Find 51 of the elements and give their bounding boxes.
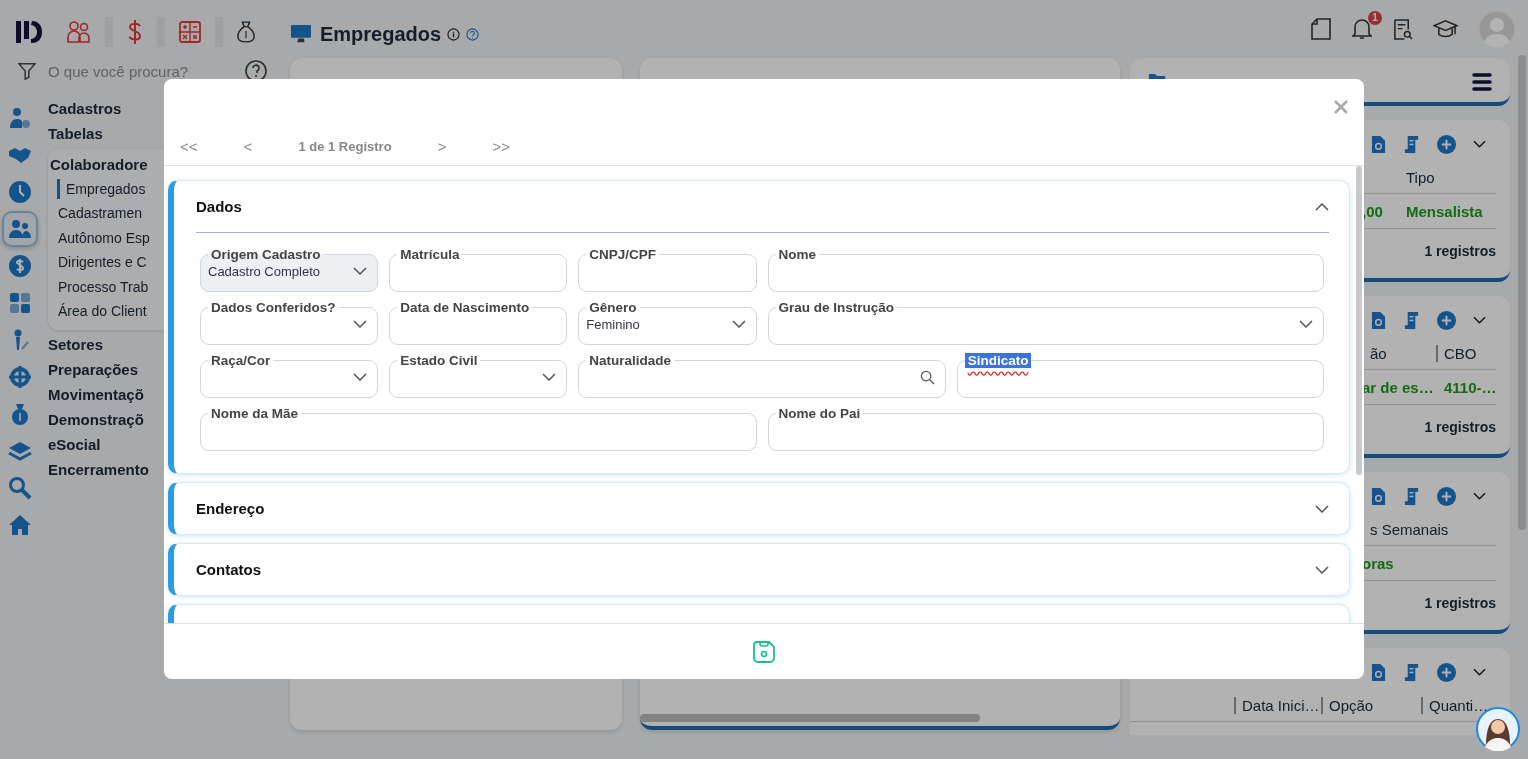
select-field[interactable]: Raça/Cor xyxy=(200,353,379,398)
field-label: Estado Civil xyxy=(399,353,479,368)
select-field[interactable]: Gênero Feminino xyxy=(578,300,757,345)
first-page-button[interactable]: << xyxy=(180,138,198,155)
input-field[interactable]: Naturalidade xyxy=(578,353,946,398)
record-total: 1 registros xyxy=(1424,595,1496,611)
section-title[interactable]: Endereço xyxy=(196,500,265,517)
table-cell-text: oras xyxy=(1362,554,1395,572)
record-count: 1 de 1 Registro xyxy=(298,139,392,154)
field-label: Sindicato xyxy=(964,353,1032,368)
table-cell-text: 4110-… xyxy=(1443,378,1497,396)
field-label: Data de Nascimento xyxy=(399,300,531,315)
field-label: Dados Conferidos? xyxy=(210,300,337,315)
table-cell-text: ,00 xyxy=(1362,202,1384,220)
notification-badge: 1 xyxy=(1368,11,1382,25)
select-field[interactable]: Estado Civil xyxy=(389,353,568,398)
input-field[interactable]: Data de Nascimento xyxy=(389,300,568,345)
record-total: 1 registros xyxy=(1424,243,1496,259)
last-page-button[interactable]: >> xyxy=(492,138,510,155)
field-label: Nome xyxy=(777,247,817,262)
field-label: Grau de Instrução xyxy=(777,300,896,315)
input-field[interactable]: Sindicato xyxy=(956,353,1324,398)
field-label: CNPJ/CPF xyxy=(588,247,658,262)
field-label: Gênero xyxy=(588,300,638,315)
input-field[interactable]: Nome xyxy=(767,247,1324,292)
input-field[interactable]: Matrícula xyxy=(389,247,568,292)
next-page-button[interactable]: > xyxy=(437,138,447,155)
column-header: Tipo xyxy=(1405,169,1436,186)
section-title[interactable]: Dados xyxy=(196,198,242,215)
page-title: Empregados xyxy=(320,22,442,46)
field-label: Origem Cadastro xyxy=(210,247,322,262)
field-label: Naturalidade xyxy=(588,353,673,368)
field-label: Raça/Cor xyxy=(210,353,272,368)
column-header: Data Inici… xyxy=(1234,697,1321,714)
column-header: ão xyxy=(1369,345,1388,362)
field-label: Nome do Pai xyxy=(777,406,862,421)
field-label: Matrícula xyxy=(399,247,461,262)
column-header: Opção xyxy=(1321,697,1421,714)
field-label: Nome da Mãe xyxy=(210,406,300,421)
record-total: 1 registros xyxy=(1424,419,1496,435)
select-field[interactable]: Dados Conferidos? xyxy=(200,300,379,345)
column-header: s Semanais xyxy=(1369,521,1450,538)
table-cell-text: Mensalista xyxy=(1405,202,1484,220)
input-field[interactable]: Nome da Mãe xyxy=(200,406,757,451)
previous-page-button[interactable]: < xyxy=(243,138,253,155)
section-title[interactable]: Contatos xyxy=(196,561,261,578)
select-field[interactable]: Grau de Instrução xyxy=(767,300,1324,345)
search-field[interactable]: O que você procura? xyxy=(48,62,233,80)
input-field[interactable]: CNPJ/CPF xyxy=(578,247,757,292)
input-field[interactable]: Nome do Pai xyxy=(767,406,1324,451)
column-header: CBO xyxy=(1436,345,1492,362)
